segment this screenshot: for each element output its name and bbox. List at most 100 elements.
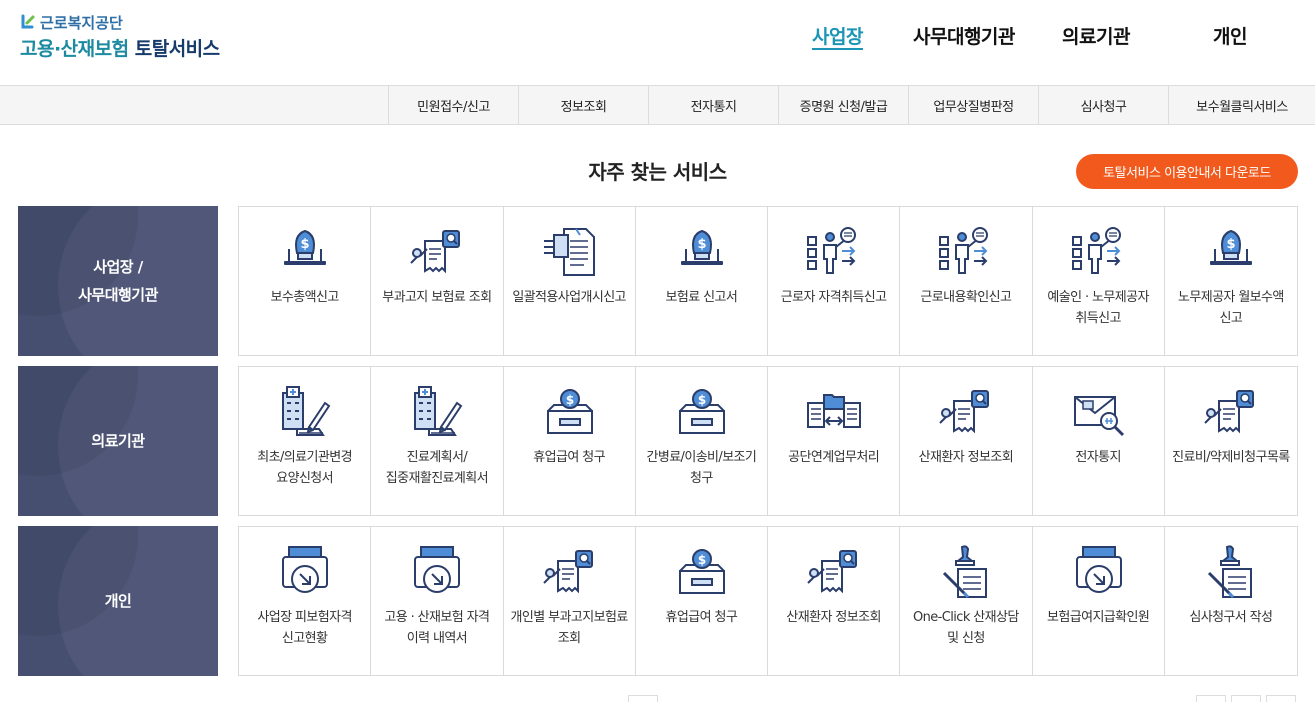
service-row: 의료기관 최초/의료기관변경 요양신청서 진료계획서/집중재활진료계획서 $ 휴업… [18,366,1298,516]
service-tile[interactable]: 고용 · 산재보험 자격 이력 내역서 [371,527,504,675]
service-tile-label: 진료비/약제비청구목록 [1172,450,1290,465]
service-tile[interactable]: 산재환자 정보조회 [768,527,901,675]
top-navigation: 사업장 사무대행기관 의료기관 개인 [0,22,1315,52]
svg-text:$: $ [300,237,309,252]
document-search-icon [1204,390,1254,434]
service-tile-label: 보험급여지급확인원 [1047,610,1150,625]
service-tile-label: 휴업급여 청구 [533,450,605,465]
service-tile-label: 보험료 신고서 [665,290,738,305]
service-tile-label: 근로자 자격취득신고 [780,290,887,305]
sub-navigation: 민원접수/신고 정보조회 전자통지 증명원 신청/발급 업무상질병판정 심사청구… [0,85,1315,125]
hospital-pen-icon [282,386,331,436]
stamp-document-icon [943,545,988,599]
service-tile[interactable]: 개인별 부과고지보험료 조회 [504,527,636,675]
svg-text:$: $ [697,237,706,252]
service-tile-label: 공단연계업무처리 [788,450,880,465]
document-search-icon [542,550,593,594]
hospital-pen-icon [414,386,463,436]
svg-text:$: $ [565,393,573,407]
site-header: 근로복지공단 고용·산재보험 토탈서비스 사업장 사무대행기관 의료기관 개인 [0,0,1315,86]
svg-text:$: $ [698,553,706,567]
printer-arrow-icon [282,546,328,593]
printer-arrow-icon [414,546,461,593]
service-tile[interactable]: 부과고지 보험료 조회 [371,207,504,355]
service-tile-label: 예술인 · 노무제공자 취득신고 [1047,290,1149,326]
category-label: 의료기관 [91,432,145,450]
service-tile-label: 근로내용확인신고 [920,290,1012,305]
service-tile-label: 휴업급여 청구 [665,610,738,625]
document-search-icon [807,550,857,594]
service-tile-label: 노무제공자 월보수액 신고 [1177,290,1284,326]
service-grid: 최초/의료기관변경 요양신청서 진료계획서/집중재활진료계획서 $ 휴업급여 청구… [238,366,1298,516]
service-tile[interactable]: $ 휴업급여 청구 [636,527,768,675]
pager-button[interactable] [1196,695,1226,702]
svg-text:$: $ [698,393,706,407]
service-row: 사업장 / 사무대행기관 $ 보수총액신고 부과고지 보험료 조회 일괄적용사업개… [18,206,1298,356]
service-tile-label: One-Click 산재상담 및 신청 [913,610,1019,646]
service-tile[interactable]: 일괄적용사업개시신고 [504,207,636,355]
service-tile-label: 산재환자 정보조회 [918,450,1014,465]
money-box-icon: $ [546,389,593,434]
topnav-workplace[interactable]: 사업장 [812,22,863,49]
topnav-agency[interactable]: 사무대행기관 [913,22,1015,49]
service-tile[interactable]: 사업장 피보험자격 신고현황 [239,527,372,675]
pager-button[interactable] [1231,695,1261,702]
service-tile[interactable]: 공단연계업무처리 [768,367,901,515]
service-tile[interactable]: 진료계획서/집중재활진료계획서 [371,367,504,515]
service-tile[interactable]: One-Click 산재상담 및 신청 [900,527,1033,675]
printer-arrow-icon [1075,546,1122,593]
stamp-document-icon [1207,545,1252,599]
service-grid: 사업장 피보험자격 신고현황 고용 · 산재보험 자격 이력 내역서 개인별 부… [238,526,1298,676]
service-tile[interactable]: 예술인 · 노무제공자 취득신고 [1033,207,1165,355]
service-tile-label: 진료계획서/집중재활진료계획서 [385,450,489,486]
svg-text:$: $ [1226,237,1235,252]
document-exchange-icon [807,394,861,428]
subnav-item[interactable]: 정보조회 [518,86,648,124]
topnav-medical[interactable]: 의료기관 [1062,22,1130,49]
service-grid: $ 보수총액신고 부과고지 보험료 조회 일괄적용사업개시신고 $ 보험료 신고서 … [238,206,1298,356]
service-tile[interactable]: 근로자 자격취득신고 [768,207,901,355]
pager-button[interactable] [628,695,658,702]
subnav-item[interactable]: 민원접수/신고 [388,86,518,124]
money-laptop-icon: $ [680,229,723,265]
service-tile[interactable]: $ 보험료 신고서 [636,207,768,355]
category-panel: 개인 [18,526,218,676]
category-panel: 사업장 / 사무대행기관 [18,206,218,356]
service-tile-label: 간병료/이송비/보조기 청구 [646,450,757,486]
subnav-item[interactable]: 보수월클릭서비스 [1168,86,1315,124]
service-tile[interactable]: 최초/의료기관변경 요양신청서 [239,367,372,515]
guide-download-button[interactable]: 토탈서비스 이용안내서 다운로드 [1076,154,1298,189]
money-laptop-icon: $ [284,229,326,265]
service-tile[interactable]: $ 휴업급여 청구 [504,367,636,515]
service-tile[interactable]: 전자통지 [1033,367,1165,515]
document-search-icon [410,230,461,274]
service-tile[interactable]: 산재환자 정보조회 [900,367,1033,515]
topnav-personal[interactable]: 개인 [1213,22,1247,49]
document-search-icon [939,390,990,434]
service-tile-label: 사업장 피보험자격 신고현황 [257,610,352,646]
service-tile[interactable]: 근로내용확인신고 [900,207,1033,355]
subnav-item[interactable]: 심사청구 [1038,86,1168,124]
service-tile-label: 최초/의료기관변경 요양신청서 [257,450,352,486]
category-label: 개인 [104,592,132,610]
subnav-item[interactable]: 업무상질병판정 [908,86,1038,124]
service-tile-label: 개인별 부과고지보험료 조회 [510,610,629,646]
service-tile-label: 보수총액신고 [270,290,340,305]
money-box-icon: $ [678,549,725,594]
money-laptop-icon: $ [1209,229,1252,265]
subnav-item[interactable]: 증명원 신청/발급 [778,86,908,124]
service-tile[interactable]: 보험급여지급확인원 [1033,527,1165,675]
pager-button[interactable] [1266,695,1296,702]
service-tile-label: 고용 · 산재보험 자격 이력 내역서 [384,610,490,646]
service-tile[interactable]: 심사청구서 작성 [1165,527,1297,675]
category-label: 사업장 / 사무대행기관 [78,258,158,304]
subnav-item[interactable]: 전자통지 [648,86,778,124]
service-tile[interactable]: $ 보수총액신고 [239,207,372,355]
service-tile[interactable]: $ 간병료/이송비/보조기 청구 [636,367,768,515]
document-transfer-icon [543,228,595,276]
envelope-search-icon [1073,396,1124,437]
service-tile[interactable]: $ 노무제공자 월보수액 신고 [1165,207,1297,355]
service-tile-label: 전자통지 [1075,450,1121,465]
service-tile-label: 부과고지 보험료 조회 [382,290,492,305]
service-tile[interactable]: 진료비/약제비청구목록 [1165,367,1297,515]
